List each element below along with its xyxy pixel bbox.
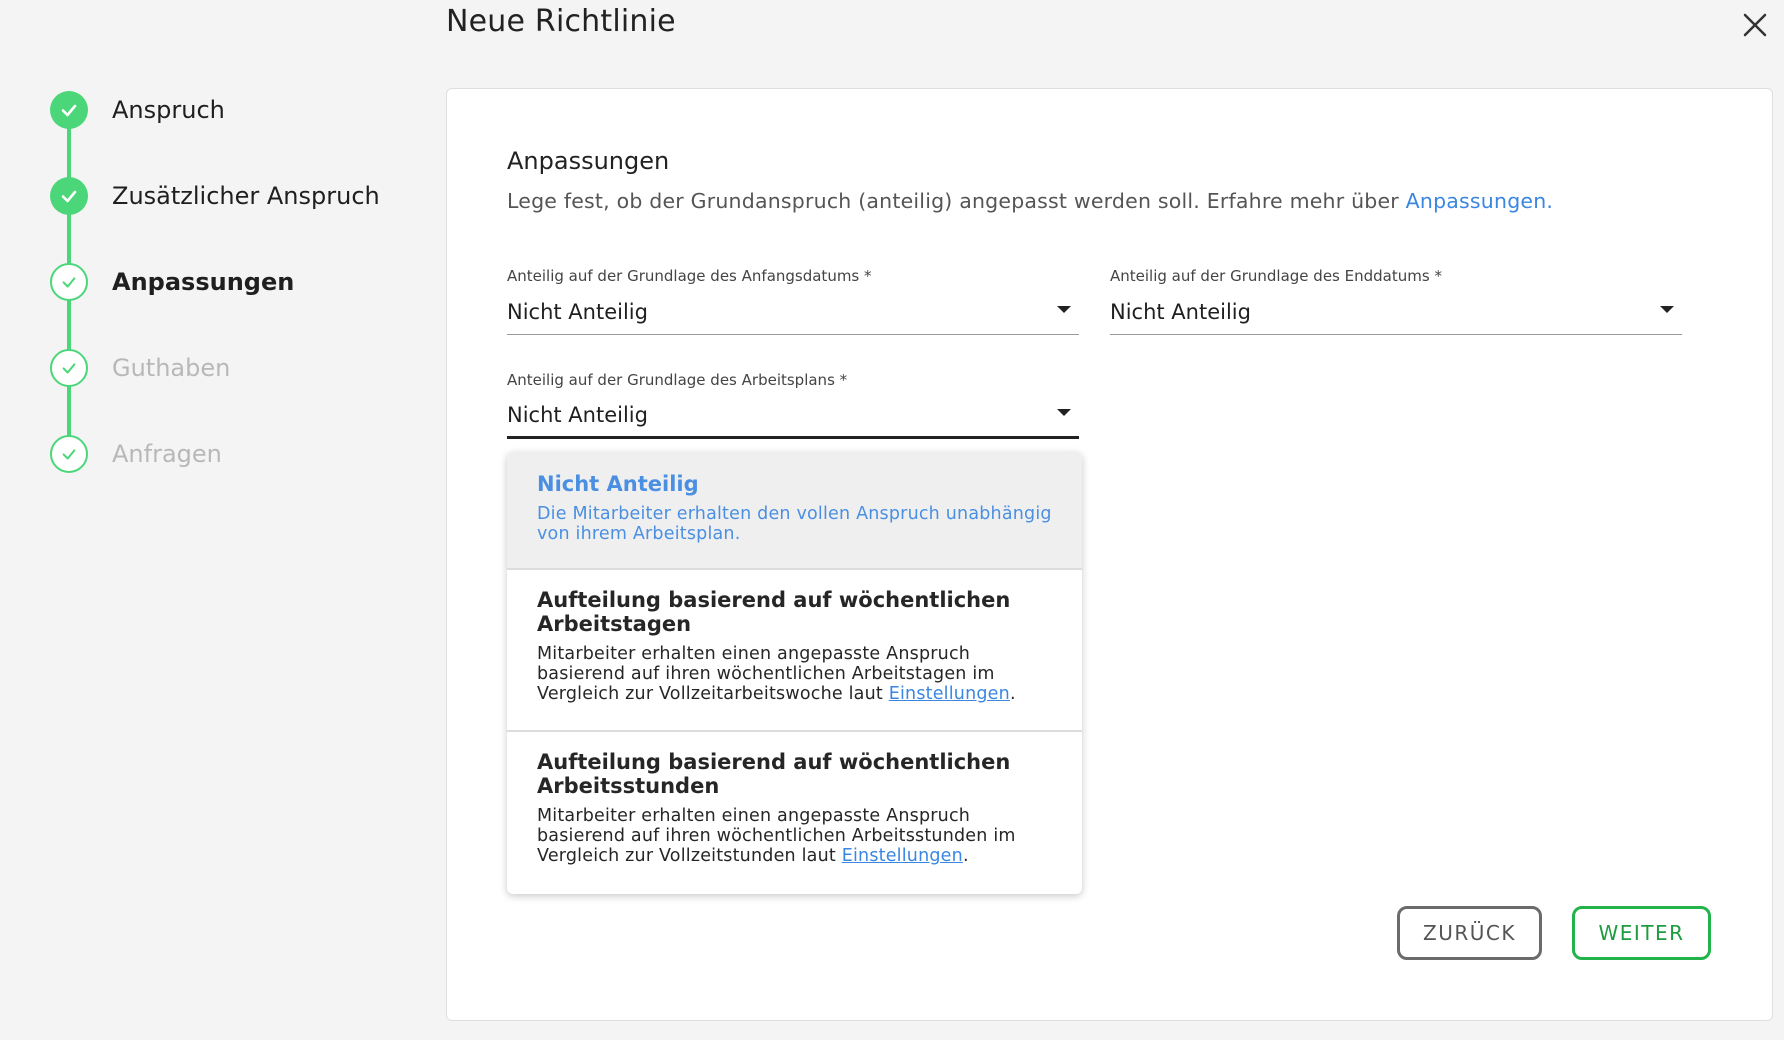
select-value: Nicht Anteilig xyxy=(1110,299,1251,324)
step-anpassungen[interactable]: Anpassungen xyxy=(50,262,294,302)
start-date-proration-select: Anteilig auf der Grundlage des Anfangsda… xyxy=(507,267,1079,335)
option-description: Mitarbeiter erhalten einen angepasste An… xyxy=(537,644,1052,704)
step-label: Guthaben xyxy=(112,354,231,382)
next-button[interactable]: WEITER xyxy=(1572,906,1711,960)
settings-link[interactable]: Einstellungen xyxy=(842,846,963,866)
option-description-text: Vergleich zur Vollzeitstunden laut xyxy=(537,846,842,866)
dropdown-arrow-icon xyxy=(1057,306,1071,313)
field-label: Anteilig auf der Grundlage des Enddatums… xyxy=(1110,267,1442,285)
option-description-text: Vergleich zur Vollzeitarbeitswoche laut xyxy=(537,684,889,704)
step-label: Zusätzlicher Anspruch xyxy=(112,182,380,210)
option-description-line: basierend auf ihren wöchentlichen Arbeit… xyxy=(537,664,995,684)
close-icon[interactable] xyxy=(1740,10,1770,40)
step-check-icon xyxy=(50,263,88,301)
option-title-line: Arbeitsstunden xyxy=(537,774,720,798)
step-zusaetzlicher-anspruch[interactable]: Zusätzlicher Anspruch xyxy=(50,176,380,216)
field-label: Anteilig auf der Grundlage des Anfangsda… xyxy=(507,267,872,285)
dropdown-arrow-icon xyxy=(1057,409,1071,416)
option-description-line: Vergleich zur Vollzeitstunden laut Einst… xyxy=(537,846,1052,866)
select-value: Nicht Anteilig xyxy=(507,402,648,427)
option-title-line: Aufteilung basierend auf wöchentlichen xyxy=(537,588,1011,612)
dropdown-menu: Nicht Anteilig Die Mitarbeiter erhalten … xyxy=(507,452,1082,894)
work-schedule-proration-select: Anteilig auf der Grundlage des Arbeitspl… xyxy=(507,371,1079,439)
settings-link[interactable]: Einstellungen xyxy=(889,684,1010,704)
section-description-text: Lege fest, ob der Grundanspruch (anteili… xyxy=(507,189,1406,213)
menu-option-arbeitsstunden[interactable]: Aufteilung basierend auf wöchentlichen A… xyxy=(507,732,1082,894)
page: Neue Richtlinie Anspruch Zusätzlicher An… xyxy=(0,0,1784,1040)
learn-more-link[interactable]: Anpassungen. xyxy=(1406,189,1553,213)
step-label: Anfragen xyxy=(112,440,222,468)
option-description-suffix: . xyxy=(962,846,969,866)
option-description: Die Mitarbeiter erhalten den vollen Ansp… xyxy=(537,504,1052,544)
menu-option-nicht-anteilig[interactable]: Nicht Anteilig Die Mitarbeiter erhalten … xyxy=(507,452,1082,568)
option-title-line: Aufteilung basierend auf wöchentlichen xyxy=(537,750,1011,774)
stepper: Anspruch Zusätzlicher Anspruch Anpassung… xyxy=(0,0,420,520)
select-control[interactable]: Nicht Anteilig xyxy=(1110,295,1682,335)
option-title: Aufteilung basierend auf wöchentlichen A… xyxy=(537,750,1052,798)
option-title: Nicht Anteilig xyxy=(537,472,699,496)
step-label: Anspruch xyxy=(112,96,225,124)
step-check-icon xyxy=(50,435,88,473)
option-title: Aufteilung basierend auf wöchentlichen A… xyxy=(537,588,1052,636)
step-done-check-icon xyxy=(50,91,88,129)
step-check-icon xyxy=(50,349,88,387)
option-description-suffix: . xyxy=(1009,684,1016,704)
option-description-line: Mitarbeiter erhalten einen angepasste An… xyxy=(537,644,971,664)
dropdown-arrow-icon xyxy=(1660,306,1674,313)
section-title: Anpassungen xyxy=(507,147,670,175)
option-description-line: Mitarbeiter erhalten einen angepasste An… xyxy=(537,806,971,826)
option-description-line: von ihrem Arbeitsplan. xyxy=(537,524,741,544)
select-value: Nicht Anteilig xyxy=(507,299,648,324)
end-date-proration-select: Anteilig auf der Grundlage des Enddatums… xyxy=(1110,267,1682,335)
section-description: Lege fest, ob der Grundanspruch (anteili… xyxy=(507,189,1553,213)
back-button[interactable]: ZURÜCK xyxy=(1397,906,1542,960)
step-label: Anpassungen xyxy=(112,268,295,296)
option-description-line: basierend auf ihren wöchentlichen Arbeit… xyxy=(537,826,1016,846)
step-done-check-icon xyxy=(50,177,88,215)
step-guthaben[interactable]: Guthaben xyxy=(50,348,230,388)
menu-option-arbeitstage[interactable]: Aufteilung basierend auf wöchentlichen A… xyxy=(507,570,1082,730)
option-description-line: Vergleich zur Vollzeitarbeitswoche laut … xyxy=(537,684,1052,704)
step-anfragen[interactable]: Anfragen xyxy=(50,434,222,474)
step-anspruch[interactable]: Anspruch xyxy=(50,90,225,130)
field-label: Anteilig auf der Grundlage des Arbeitspl… xyxy=(507,371,848,389)
select-control[interactable]: Nicht Anteilig xyxy=(507,399,1079,439)
select-control[interactable]: Nicht Anteilig xyxy=(507,295,1079,335)
option-title-line: Arbeitstagen xyxy=(537,612,692,636)
option-description: Mitarbeiter erhalten einen angepasste An… xyxy=(537,806,1052,866)
dialog-title: Neue Richtlinie xyxy=(446,4,676,39)
option-description-line: Die Mitarbeiter erhalten den vollen Ansp… xyxy=(537,504,1052,524)
